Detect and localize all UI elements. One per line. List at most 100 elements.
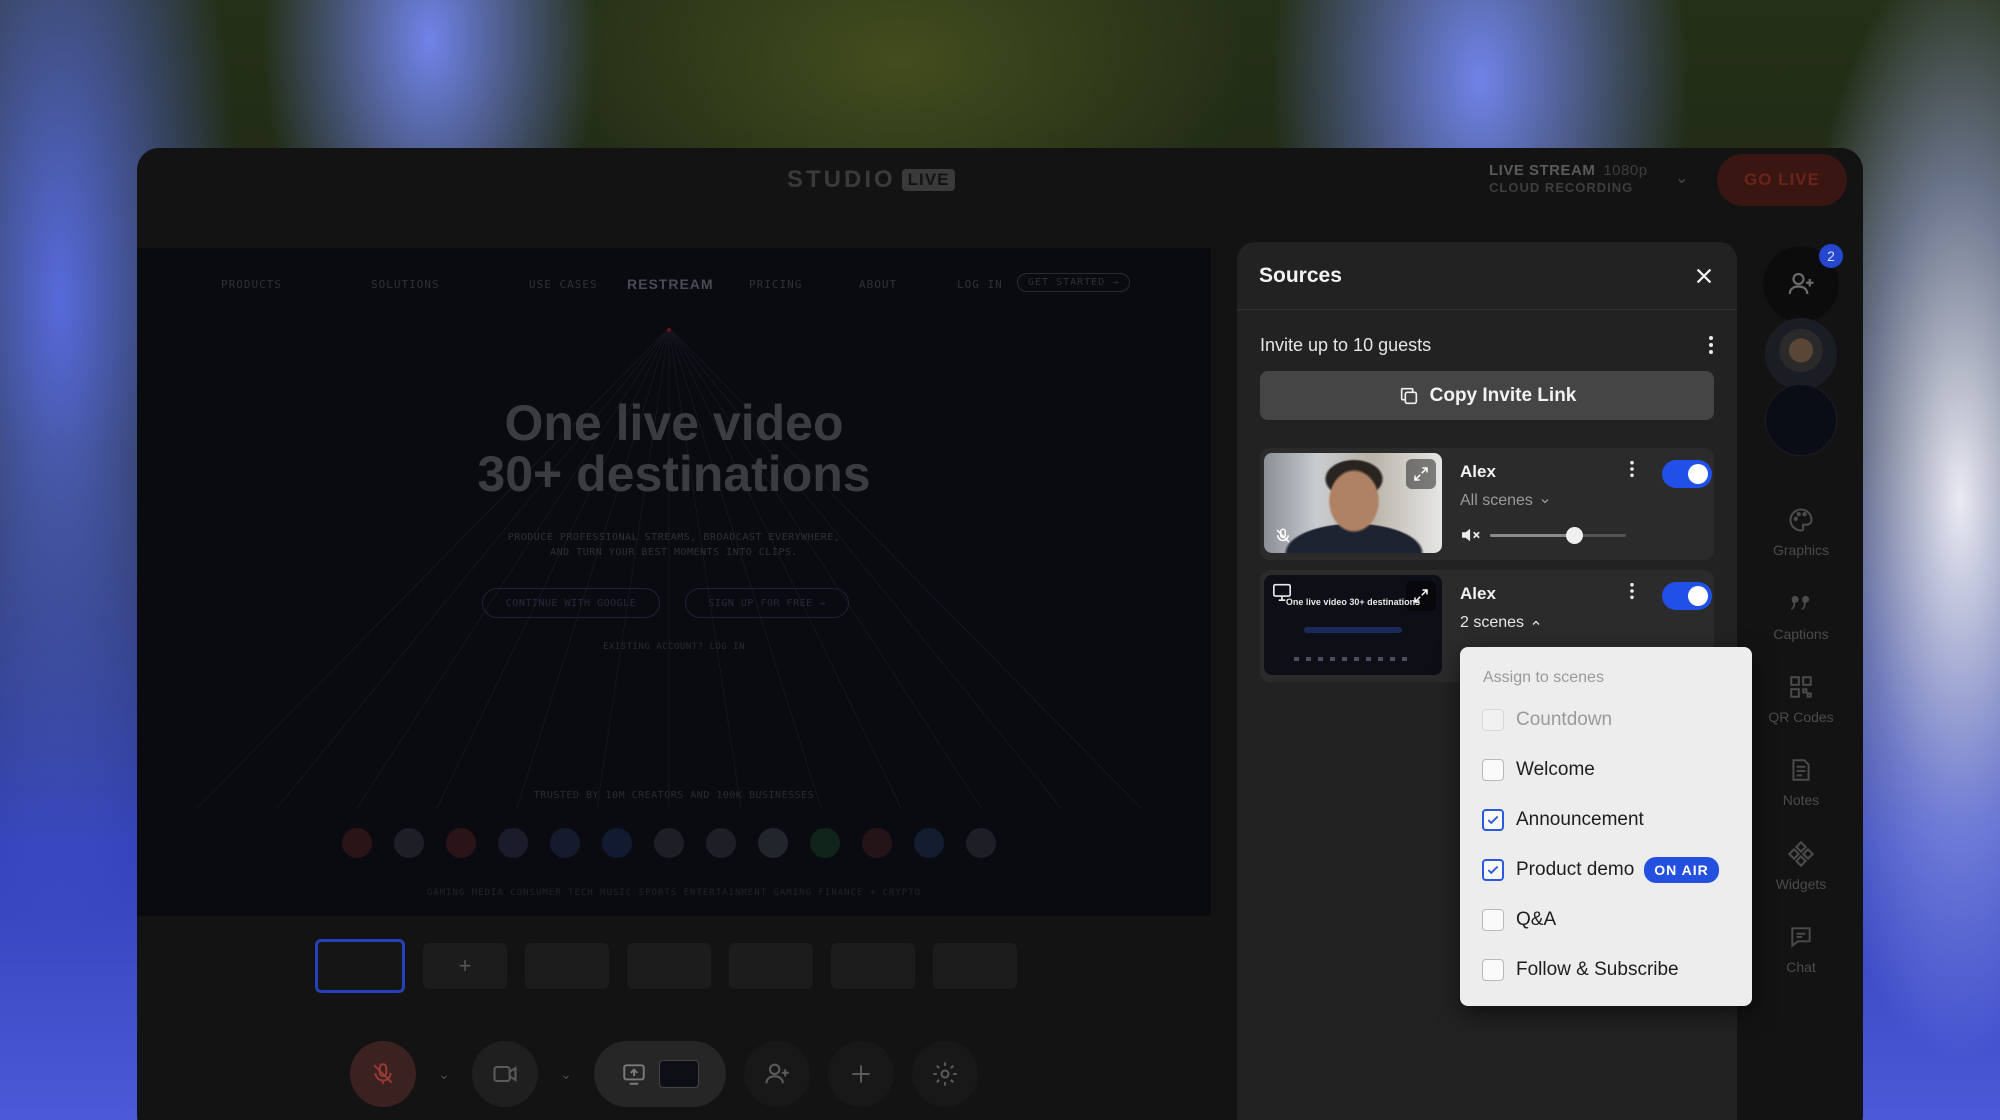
widgets-icon: [1787, 840, 1815, 868]
partner-logo: [498, 828, 528, 858]
guest-count-badge: 2: [1819, 244, 1843, 268]
go-live-button[interactable]: GO LIVE: [1717, 154, 1847, 206]
stage-google-button: CONTINUE WITH GOOGLE: [482, 588, 660, 618]
scene-thumbnail[interactable]: [933, 943, 1017, 989]
mute-microphone-button[interactable]: [350, 1041, 416, 1107]
scene-thumbnail-active[interactable]: [315, 939, 405, 993]
source-menu-button[interactable]: [1629, 460, 1635, 478]
partner-logo: [342, 828, 372, 858]
rail-item-label: QR Codes: [1768, 709, 1834, 725]
rail-item-label: Widgets: [1775, 876, 1827, 892]
avatar[interactable]: [1765, 384, 1837, 456]
stage-trusted-text: TRUSTED BY 10M CREATORS AND 100K BUSINES…: [533, 790, 815, 801]
partner-logo: [862, 828, 892, 858]
source-visibility-toggle[interactable]: [1662, 582, 1712, 610]
scene-option-label: Product demo: [1516, 859, 1635, 880]
source-menu-button[interactable]: [1629, 582, 1635, 600]
source-thumbnail-camera[interactable]: [1264, 453, 1442, 553]
stage-headline-line: 30+ destinations: [477, 446, 871, 502]
chat-icon: [1791, 927, 1811, 948]
scene-checkbox[interactable]: [1482, 809, 1504, 831]
source-scenes-dropdown[interactable]: 2 scenes: [1460, 614, 1542, 632]
scene-thumbnail[interactable]: [627, 943, 711, 989]
partner-logo: [550, 828, 580, 858]
rail-item-notes[interactable]: Notes: [1763, 754, 1839, 808]
add-scene-button[interactable]: +: [423, 943, 507, 989]
settings-button[interactable]: [912, 1041, 978, 1107]
stage-subtitle-line: PRODUCE PROFESSIONAL STREAMS, BROADCAST …: [507, 532, 841, 543]
volume-slider-handle[interactable]: [1566, 526, 1584, 544]
source-visibility-toggle[interactable]: [1662, 460, 1712, 488]
rail-item-chat[interactable]: Chat: [1763, 921, 1839, 975]
screen-thumbnail-title: One live video 30+ destinations: [1285, 597, 1421, 607]
source-scenes-dropdown[interactable]: All scenes: [1460, 492, 1551, 510]
partner-logo: [706, 828, 736, 858]
copy-invite-link-button[interactable]: Copy Invite Link: [1260, 371, 1714, 420]
rail-item-qr-codes[interactable]: QR Codes: [1763, 671, 1839, 725]
scene-checkbox[interactable]: [1482, 859, 1504, 881]
scene-option-announcement[interactable]: Announcement: [1482, 805, 1644, 835]
screen-share-button[interactable]: [594, 1041, 726, 1107]
scene-option-product-demo[interactable]: Product demo ON AIR: [1482, 855, 1719, 885]
chevron-down-icon[interactable]: ⌄: [556, 1066, 576, 1083]
dropdown-header: Assign to scenes: [1483, 669, 1604, 686]
scene-strip: +: [315, 939, 1017, 993]
scene-thumbnail[interactable]: [831, 943, 915, 989]
on-air-badge: ON AIR: [1644, 857, 1719, 883]
scene-option-follow-subscribe[interactable]: Follow & Subscribe: [1482, 955, 1679, 985]
add-user-icon: [1788, 272, 1814, 295]
stage-nav-brand: RESTREAM: [627, 276, 714, 292]
rail-item-label: Graphics: [1772, 542, 1830, 558]
partner-logo: [394, 828, 424, 858]
partner-logo: [810, 828, 840, 858]
rail-item-label: Captions: [1773, 626, 1829, 642]
avatar[interactable]: [1765, 318, 1837, 390]
scene-option-qa[interactable]: Q&A: [1482, 905, 1556, 935]
camera-button[interactable]: [472, 1041, 538, 1107]
scene-checkbox[interactable]: [1482, 709, 1504, 731]
partner-logo: [654, 828, 684, 858]
scene-thumbnail[interactable]: [525, 943, 609, 989]
scene-checkbox[interactable]: [1482, 909, 1504, 931]
stage-nav-item: PRICING: [749, 278, 803, 291]
expand-button[interactable]: [1406, 459, 1436, 489]
bottom-controls: ⌄ ⌄: [350, 1041, 978, 1107]
scene-option-label: Announcement: [1516, 809, 1644, 830]
chevron-down-icon[interactable]: ⌄: [1675, 168, 1688, 188]
speaker-muted-icon[interactable]: [1460, 526, 1482, 544]
more-vertical-icon: [1709, 336, 1713, 354]
scene-thumbnail[interactable]: [729, 943, 813, 989]
invite-guest-button[interactable]: [744, 1041, 810, 1107]
invite-menu-button[interactable]: [1708, 335, 1714, 355]
expand-icon: [1414, 467, 1428, 481]
stage-nav-item: PRODUCTS: [221, 278, 282, 291]
stream-destination-selector[interactable]: LIVE STREAM 1080p CLOUD RECORDING: [1489, 162, 1648, 196]
scene-option-welcome[interactable]: Welcome: [1482, 755, 1595, 785]
close-button[interactable]: [1693, 265, 1715, 287]
stream-title: LIVE STREAM: [1489, 162, 1596, 179]
stage-site-nav: PRODUCTS SOLUTIONS USE CASES RESTREAM PR…: [137, 273, 1211, 298]
scene-checkbox[interactable]: [1482, 759, 1504, 781]
scene-option-label: Q&A: [1516, 909, 1557, 930]
plus-icon: [852, 1065, 870, 1083]
scene-checkbox[interactable]: [1482, 959, 1504, 981]
add-source-button[interactable]: [828, 1041, 894, 1107]
palette-icon: [1789, 508, 1813, 532]
checkmark-icon: [1487, 865, 1499, 875]
qr-code-icon: [1790, 676, 1812, 698]
stream-subtitle: CLOUD RECORDING: [1489, 180, 1634, 195]
source-name: Alex: [1460, 462, 1496, 481]
scene-option-countdown[interactable]: Countdown: [1482, 705, 1612, 735]
source-thumbnail-screen[interactable]: One live video 30+ destinations: [1264, 575, 1442, 675]
stage-nav-item: LOG IN: [957, 278, 1003, 291]
rail-item-captions[interactable]: Captions: [1763, 588, 1839, 642]
volume-slider[interactable]: [1490, 526, 1626, 544]
rail-item-widgets[interactable]: Widgets: [1763, 838, 1839, 892]
rail-item-graphics[interactable]: Graphics: [1763, 504, 1839, 558]
more-vertical-icon: [1630, 582, 1634, 600]
chevron-down-icon[interactable]: ⌄: [434, 1066, 454, 1083]
close-icon: [1696, 268, 1712, 283]
copy-icon: [1400, 387, 1417, 404]
copy-invite-link-label: Copy Invite Link: [1429, 384, 1577, 406]
studio-logo: STUDIO LIVE: [787, 166, 956, 194]
